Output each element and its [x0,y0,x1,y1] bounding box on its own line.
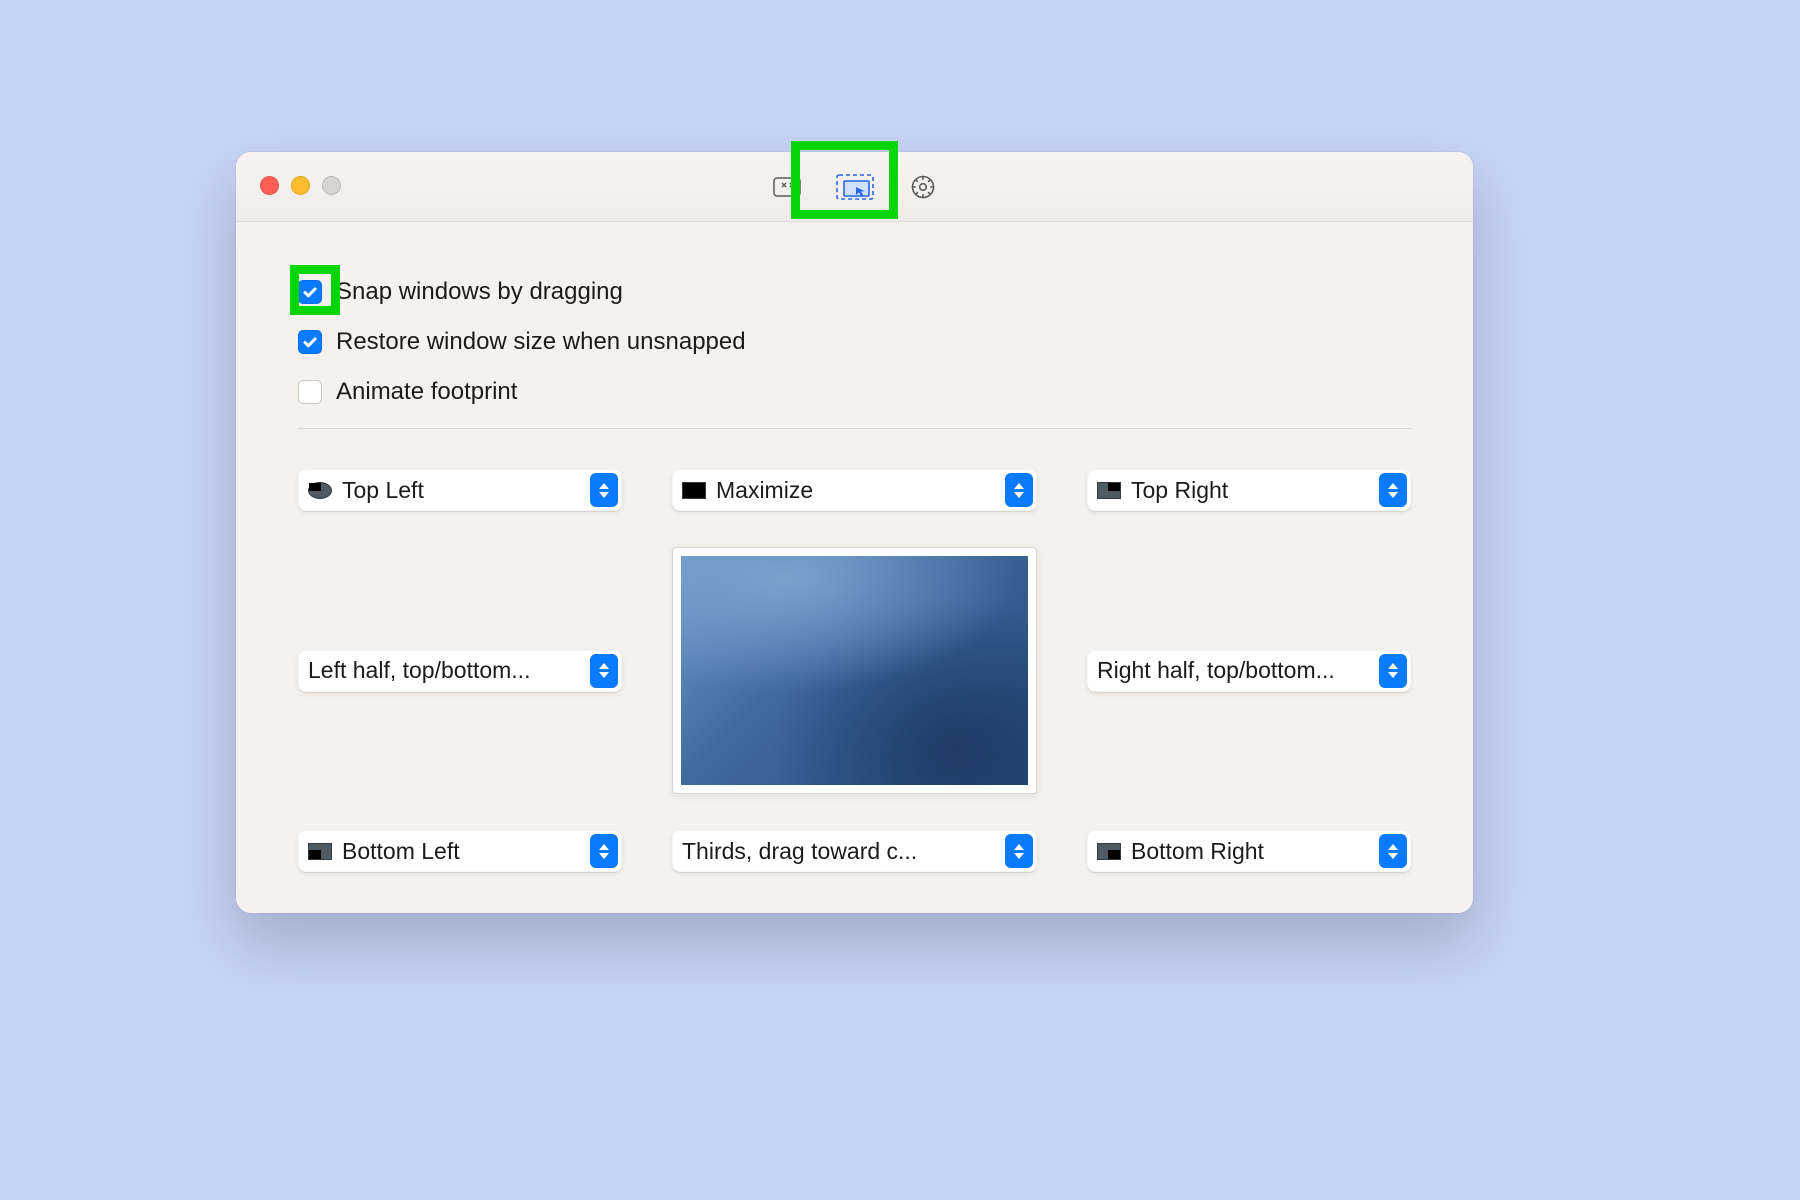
stepper-icon [1379,834,1407,868]
gear-icon [910,174,936,200]
minimize-window-button[interactable] [291,176,310,195]
screen-preview [672,547,1037,794]
zone-top-right-select[interactable]: Top Right [1087,469,1411,511]
window-titlebar [236,152,1473,222]
toolbar-tab-shortcuts[interactable] [765,170,809,204]
label-animate-footprint: Animate footprint [336,378,517,406]
zone-top-right-label: Top Right [1131,477,1228,504]
zone-mid-right-select[interactable]: Right half, top/bottom... [1087,650,1411,692]
zone-bottom-left-select[interactable]: Bottom Left [298,830,622,872]
checkbox-restore-size[interactable] [298,330,322,354]
layout-bottom-left-icon [308,843,332,860]
stepper-icon [1005,473,1033,507]
stepper-icon [1379,473,1407,507]
zone-top-center-label: Maximize [716,477,813,504]
snap-zone-grid: Top Left Maximize Top Right Left half, t… [298,469,1411,872]
zone-bottom-right-select[interactable]: Bottom Right [1087,830,1411,872]
zoom-window-button[interactable] [322,176,341,195]
toolbar-tab-snapping[interactable] [833,170,877,204]
zone-top-left-label: Top Left [342,477,424,504]
zone-bottom-center-label: Thirds, drag toward c... [682,838,917,865]
zone-mid-left-label: Left half, top/bottom... [308,657,530,684]
desktop-wallpaper-thumbnail [681,556,1028,785]
layout-top-right-icon [1097,482,1121,499]
keyboard-shortcut-icon [773,177,801,197]
preferences-window: Snap windows by dragging Restore window … [236,152,1473,913]
check-icon [302,284,318,300]
stepper-icon [1005,834,1033,868]
snap-cursor-icon [835,173,875,201]
zone-top-left-select[interactable]: Top Left [298,469,622,511]
option-animate-footprint: Animate footprint [298,378,1411,406]
option-snap-windows: Snap windows by dragging [298,278,1411,306]
close-window-button[interactable] [260,176,279,195]
layout-bottom-right-icon [1097,843,1121,860]
zone-bottom-center-select[interactable]: Thirds, drag toward c... [672,830,1037,872]
preferences-body: Snap windows by dragging Restore window … [236,222,1473,912]
toolbar-tabs [765,170,945,204]
zone-bottom-right-label: Bottom Right [1131,838,1264,865]
zone-mid-left-select[interactable]: Left half, top/bottom... [298,650,622,692]
toolbar-tab-settings[interactable] [901,170,945,204]
zone-bottom-left-label: Bottom Left [342,838,460,865]
layout-top-left-icon [308,482,332,499]
section-divider [298,428,1411,429]
stepper-icon [590,834,618,868]
stepper-icon [1379,654,1407,688]
option-restore-size: Restore window size when unsnapped [298,328,1411,356]
checkbox-animate-footprint[interactable] [298,380,322,404]
zone-top-center-select[interactable]: Maximize [672,469,1037,511]
screen-preview-cell [672,547,1037,794]
check-icon [302,334,318,350]
stepper-icon [590,473,618,507]
label-snap-windows: Snap windows by dragging [336,278,623,306]
stepper-icon [590,654,618,688]
label-restore-size: Restore window size when unsnapped [336,328,746,356]
traffic-lights [260,176,341,195]
checkbox-snap-windows[interactable] [298,280,322,304]
layout-maximize-icon [682,482,706,499]
zone-mid-right-label: Right half, top/bottom... [1097,657,1335,684]
